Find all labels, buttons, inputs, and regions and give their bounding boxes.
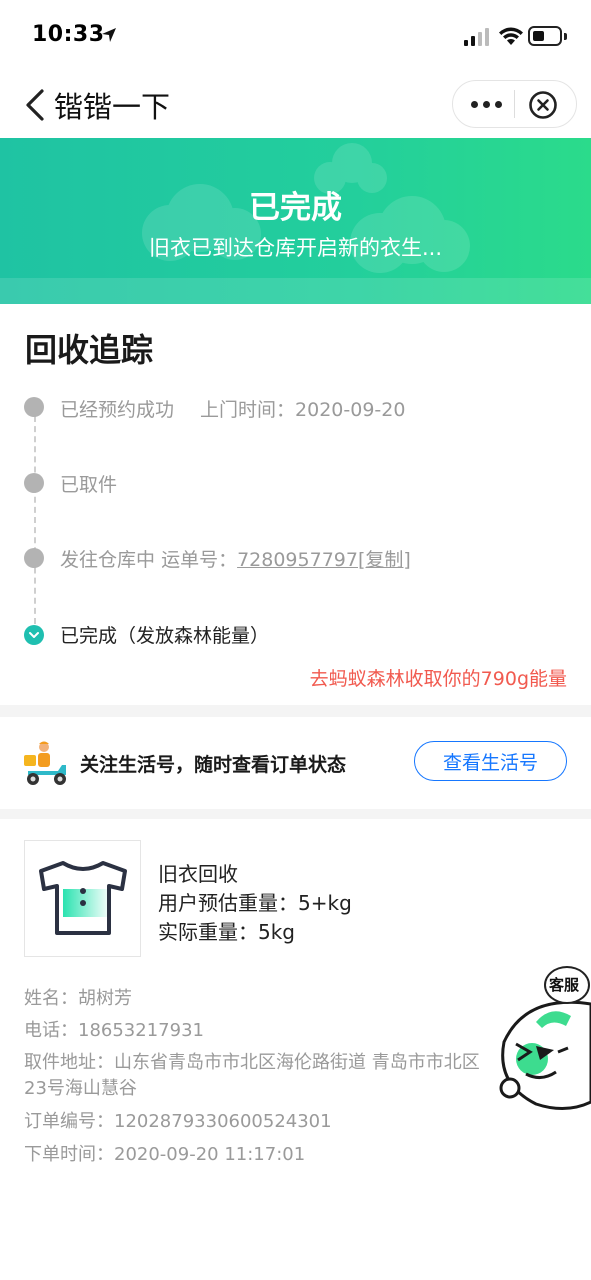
step-shipping: 发往仓库中 运单号：7280957797[复制] [60, 545, 411, 572]
status-time: 10:33 [32, 22, 105, 47]
product-actual-weight: 实际重量：5kg [158, 920, 296, 944]
nav-bar: 锴锴一下 [0, 70, 591, 138]
step-booked: 已经预约成功 上门时间：2020-09-20 [60, 395, 405, 422]
view-life-account-button[interactable]: 查看生活号 [414, 741, 567, 781]
close-icon[interactable] [528, 90, 558, 120]
capsule-divider [514, 90, 515, 118]
location-arrow-icon [102, 28, 116, 42]
step-booked-label: 已经预约成功 [60, 399, 175, 421]
signal-icon [464, 28, 489, 46]
status-bar: 10:33 [0, 0, 591, 70]
tshirt-icon [39, 861, 127, 935]
info-order-number: 订单编号：1202879330600524301 [24, 1111, 332, 1132]
step-dot-booked [24, 397, 44, 417]
step-booked-time: 上门时间：2020-09-20 [200, 399, 406, 421]
battery-icon [528, 26, 562, 46]
banner-subtitle: 旧衣已到达仓库开启新的衣生... [148, 236, 443, 260]
battery-cap [564, 33, 567, 40]
step-dot-picked [24, 473, 44, 493]
energy-link[interactable]: 去蚂蚁森林收取你的790g能量 [310, 664, 567, 691]
product-estimated-weight: 用户预估重量：5+kg [158, 891, 352, 915]
step-picked: 已取件 [60, 474, 118, 496]
timeline-line [34, 416, 36, 624]
waybill-number[interactable]: 7280957797 [237, 549, 358, 571]
step-done-check-icon [24, 625, 44, 645]
page-title: 锴锴一下 [54, 90, 171, 124]
section-divider-2 [0, 809, 591, 819]
follow-text: 关注生活号，随时查看订单状态 [80, 754, 347, 776]
step-shipping-label: 发往仓库中 [60, 549, 156, 571]
banner-title: 已完成 [249, 190, 342, 226]
product-name: 旧衣回收 [158, 862, 238, 886]
wifi-icon [499, 27, 523, 45]
info-phone: 电话：18653217931 [24, 1020, 204, 1041]
info-name: 姓名：胡树芳 [24, 988, 132, 1009]
customer-service-label[interactable]: 客服 [549, 974, 579, 995]
back-chevron-icon[interactable] [22, 88, 48, 122]
follow-card: 关注生活号，随时查看订单状态 查看生活号 [0, 717, 591, 809]
product-image [24, 840, 141, 957]
info-order-time: 下单时间：2020-09-20 11:17:01 [24, 1144, 306, 1165]
tracking-title: 回收追踪 [25, 331, 154, 369]
status-banner: 已完成 旧衣已到达仓库开启新的衣生... [0, 138, 591, 304]
info-address: 取件地址：山东省青岛市市北区海伦路街道 青岛市市北区 [24, 1052, 480, 1073]
waybill-prefix: 运单号： [161, 549, 238, 571]
step-dot-shipping [24, 548, 44, 568]
info-address-line2: 23号海山慧谷 [24, 1078, 137, 1099]
delivery-rider-icon [24, 741, 66, 785]
copy-waybill-link[interactable]: [复制] [358, 549, 411, 571]
more-icon[interactable] [462, 92, 510, 116]
section-divider [0, 705, 591, 717]
step-completed: 已完成（发放森林能量） [60, 625, 270, 647]
